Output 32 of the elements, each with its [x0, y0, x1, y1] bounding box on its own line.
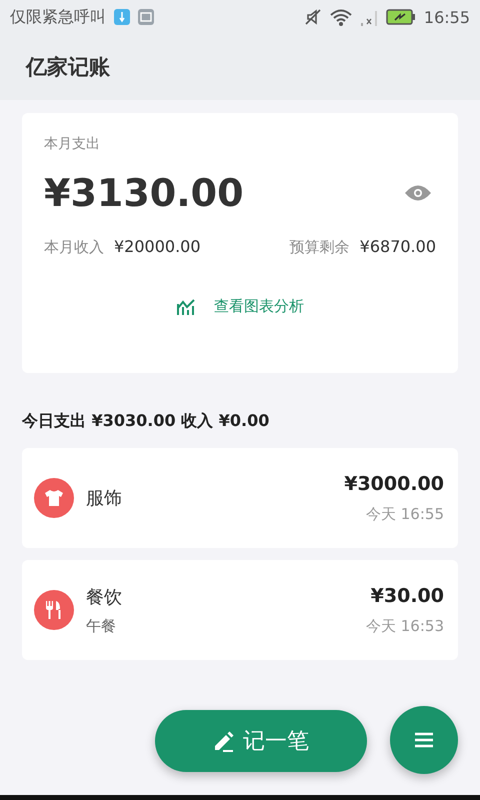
- category-name: 餐饮: [86, 586, 123, 608]
- expense-label: 本月支出: [44, 135, 101, 153]
- transaction-time: 今天 16:55: [366, 504, 444, 524]
- budget-label: 预算剩余: [290, 238, 350, 257]
- menu-button[interactable]: [390, 706, 458, 774]
- app-title: 亿家记账: [26, 54, 110, 81]
- signal-icon: [360, 8, 378, 26]
- status-text: 仅限紧急呼叫: [10, 6, 106, 28]
- budget-amount: ¥6870.00: [360, 237, 436, 256]
- fork-knife-icon: [45, 600, 63, 620]
- transaction-amount: ¥30.00: [370, 584, 444, 606]
- image-icon: [138, 9, 154, 25]
- transaction-amount: ¥3000.00: [344, 472, 444, 494]
- daily-summary: 今日支出 ¥3030.00 收入 ¥0.00: [22, 411, 270, 432]
- list-icon: [414, 732, 434, 748]
- transaction-time: 今天 16:53: [366, 616, 444, 636]
- transaction-item[interactable]: 服饰 ¥3000.00 今天 16:55: [22, 448, 458, 548]
- chart-icon: [176, 298, 196, 316]
- income-label: 本月收入: [44, 238, 104, 257]
- category-name: 服饰: [86, 487, 123, 510]
- transaction-item[interactable]: 餐饮 午餐 ¥30.00 今天 16:53: [22, 560, 458, 660]
- shirt-icon: [44, 489, 64, 507]
- battery-icon: [386, 9, 416, 25]
- transaction-note: 午餐: [86, 616, 117, 636]
- wifi-icon: [330, 8, 352, 26]
- chart-analysis-link[interactable]: 查看图表分析: [176, 297, 304, 316]
- clock-text: 16:55: [424, 8, 470, 26]
- income-amount: ¥20000.00: [114, 237, 201, 256]
- eye-icon[interactable]: [404, 184, 432, 202]
- expense-amount: ¥3130.00: [44, 171, 244, 215]
- add-record-button[interactable]: 记一笔: [155, 710, 367, 772]
- mute-icon: [304, 8, 322, 26]
